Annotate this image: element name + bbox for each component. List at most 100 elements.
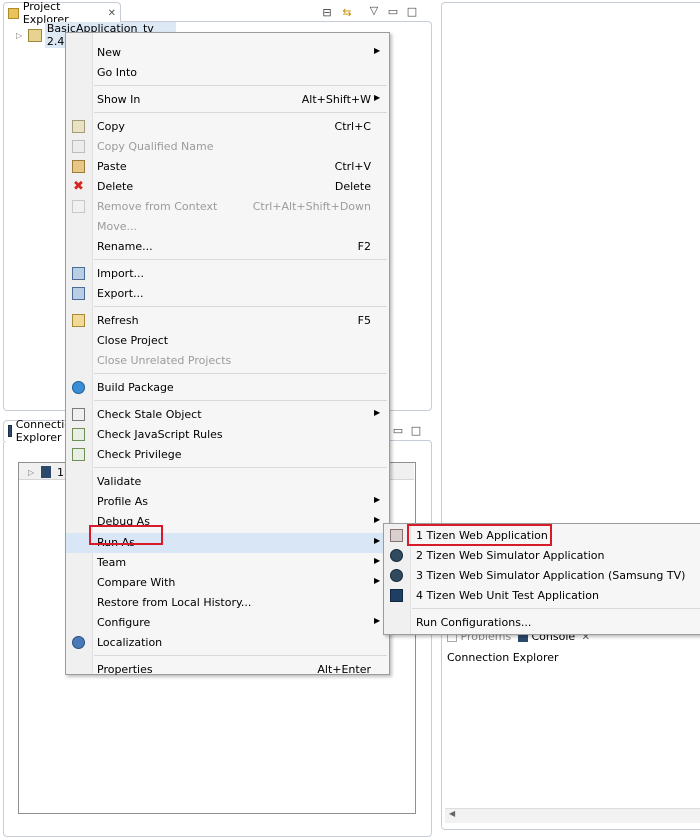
menu-item-label: Delete xyxy=(97,180,134,193)
view-menu-icon[interactable]: ▽ xyxy=(367,4,381,18)
copy-qualified-icon xyxy=(72,140,85,153)
menu-item-label: Check Privilege xyxy=(97,448,182,461)
menu-item-team[interactable]: Team ▶ xyxy=(66,553,389,573)
unit-test-icon xyxy=(390,589,403,602)
menu-item-delete[interactable]: ✖ Delete Delete xyxy=(66,177,389,197)
menu-item-label: Export... xyxy=(97,287,144,300)
submenu-arrow-icon: ▶ xyxy=(374,408,381,417)
menu-separator xyxy=(94,373,387,374)
submenu-item-2-tizen-web-simulator-application[interactable]: 2 Tizen Web Simulator Application xyxy=(384,546,700,566)
menu-item-validate[interactable]: Validate xyxy=(66,472,389,492)
menu-separator xyxy=(94,400,387,401)
submenu-arrow-icon: ▶ xyxy=(374,576,381,585)
menu-separator xyxy=(412,608,700,609)
collapse-all-icon[interactable]: ⊟ xyxy=(320,6,334,20)
menu-item-restore-from-local-history[interactable]: Restore from Local History... xyxy=(66,593,389,613)
scroll-left-icon[interactable]: ◀ xyxy=(449,809,455,818)
menu-item-close-project[interactable]: Close Project xyxy=(66,331,389,351)
check-privilege-icon xyxy=(72,448,85,461)
project-explorer-tab[interactable]: Project Explorer ✕ xyxy=(3,0,121,26)
expand-icon[interactable]: ▷ xyxy=(28,468,38,477)
paste-icon xyxy=(72,160,85,173)
menu-item-label: Team xyxy=(97,556,127,569)
connection-tree-row[interactable]: ▷ 1 xyxy=(28,463,68,481)
menu-item-label: Paste xyxy=(97,160,127,173)
link-editor-icon[interactable]: ⇆ xyxy=(340,6,354,20)
menu-item-rename[interactable]: Rename... F2 xyxy=(66,237,389,257)
simulator-tv-icon xyxy=(390,569,403,582)
menu-item-label: Copy Qualified Name xyxy=(97,140,214,153)
menu-item-label: Localization xyxy=(97,636,163,649)
tizen-web-app-icon xyxy=(390,529,403,542)
menu-item-shortcut: Alt+Enter xyxy=(317,663,371,676)
menu-item-label: Properties xyxy=(97,663,153,676)
submenu-arrow-icon: ▶ xyxy=(374,536,381,545)
menu-item-build-package[interactable]: Build Package xyxy=(66,378,389,398)
menu-item-label: Move... xyxy=(97,220,137,233)
run-as-submenu: 1 Tizen Web Application 2 Tizen Web Simul… xyxy=(383,523,700,635)
submenu-arrow-icon: ▶ xyxy=(374,93,381,102)
submenu-item-label: 3 Tizen Web Simulator Application (Samsu… xyxy=(416,569,686,582)
horizontal-scrollbar[interactable] xyxy=(445,808,700,823)
menu-item-label: Go Into xyxy=(97,66,138,79)
menu-item-label: Remove from Context xyxy=(97,200,218,213)
submenu-item-1-tizen-web-application[interactable]: 1 Tizen Web Application xyxy=(384,526,700,546)
menu-item-paste[interactable]: Paste Ctrl+V xyxy=(66,157,389,177)
menu-item-refresh[interactable]: Refresh F5 xyxy=(66,311,389,331)
localization-icon xyxy=(72,636,85,649)
maximize-icon[interactable]: □ xyxy=(409,424,423,438)
menu-item-new[interactable]: New ▶ xyxy=(66,43,389,63)
submenu-item-4-tizen-web-unit-test-application[interactable]: 4 Tizen Web Unit Test Application xyxy=(384,586,700,606)
menu-item-properties[interactable]: Properties Alt+Enter xyxy=(66,660,389,680)
menu-item-import[interactable]: Import... xyxy=(66,264,389,284)
context-menu: New ▶ Go Into Show In Alt+Shift+W ▶ Copy Ctrl+C… xyxy=(65,32,390,676)
submenu-item-label: 4 Tizen Web Unit Test Application xyxy=(416,589,599,602)
menu-item-run-as[interactable]: Run As ▶ xyxy=(66,533,389,553)
copy-icon xyxy=(72,120,85,133)
menu-item-label: Import... xyxy=(97,267,144,280)
menu-item-localization[interactable]: Localization xyxy=(66,633,389,653)
menu-item-shortcut: Delete xyxy=(334,180,371,193)
submenu-arrow-icon: ▶ xyxy=(374,616,381,625)
menu-item-label: Build Package xyxy=(97,381,174,394)
submenu-item-label: Run Configurations... xyxy=(416,616,532,629)
submenu-arrow-icon: ▶ xyxy=(374,46,381,55)
submenu-item-label: 1 Tizen Web Application xyxy=(416,529,548,542)
submenu-item-label: 2 Tizen Web Simulator Application xyxy=(416,549,605,562)
menu-item-profile-as[interactable]: Profile As ▶ xyxy=(66,492,389,512)
menu-separator xyxy=(94,259,387,260)
close-icon[interactable]: ✕ xyxy=(108,8,116,19)
menu-item-label: Close Project xyxy=(97,334,169,347)
menu-item-check-javascript-rules[interactable]: Check JavaScript Rules xyxy=(66,425,389,445)
menu-item-label: Copy xyxy=(97,120,125,133)
menu-item-debug-as[interactable]: Debug As ▶ xyxy=(66,512,389,532)
menu-item-check-privilege[interactable]: Check Privilege xyxy=(66,445,389,465)
submenu-arrow-icon: ▶ xyxy=(374,495,381,504)
menu-item-check-stale-object[interactable]: Check Stale Object ▶ xyxy=(66,405,389,425)
maximize-icon[interactable]: □ xyxy=(405,5,419,19)
minimize-icon[interactable]: ▭ xyxy=(391,424,405,438)
menu-item-copy[interactable]: Copy Ctrl+C xyxy=(66,117,389,137)
menu-item-export[interactable]: Export... xyxy=(66,284,389,304)
menu-item-label: Refresh xyxy=(97,314,139,327)
menu-separator xyxy=(94,467,387,468)
menu-item-compare-with[interactable]: Compare With ▶ xyxy=(66,573,389,593)
menu-item-label: Validate xyxy=(97,475,142,488)
simulator-icon xyxy=(390,549,403,562)
minimize-icon[interactable]: ▭ xyxy=(386,5,400,19)
submenu-arrow-icon: ▶ xyxy=(374,515,381,524)
export-icon xyxy=(72,287,85,300)
menu-item-label: Show In xyxy=(97,93,141,106)
import-icon xyxy=(72,267,85,280)
menu-item-label: Close Unrelated Projects xyxy=(97,354,232,367)
menu-item-go-into[interactable]: Go Into xyxy=(66,63,389,83)
menu-item-show-in[interactable]: Show In Alt+Shift+W ▶ xyxy=(66,90,389,110)
submenu-item-run-configurations[interactable]: Run Configurations... xyxy=(384,613,700,633)
device-icon xyxy=(41,466,51,478)
build-package-icon xyxy=(72,381,85,394)
submenu-item-3-tizen-web-simulator-application-samsung-tv[interactable]: 3 Tizen Web Simulator Application (Samsu… xyxy=(384,566,700,586)
menu-item-shortcut: Ctrl+V xyxy=(334,160,371,173)
menu-item-label: Check Stale Object xyxy=(97,408,202,421)
expand-icon[interactable]: ▷ xyxy=(16,31,26,40)
menu-item-configure[interactable]: Configure ▶ xyxy=(66,613,389,633)
